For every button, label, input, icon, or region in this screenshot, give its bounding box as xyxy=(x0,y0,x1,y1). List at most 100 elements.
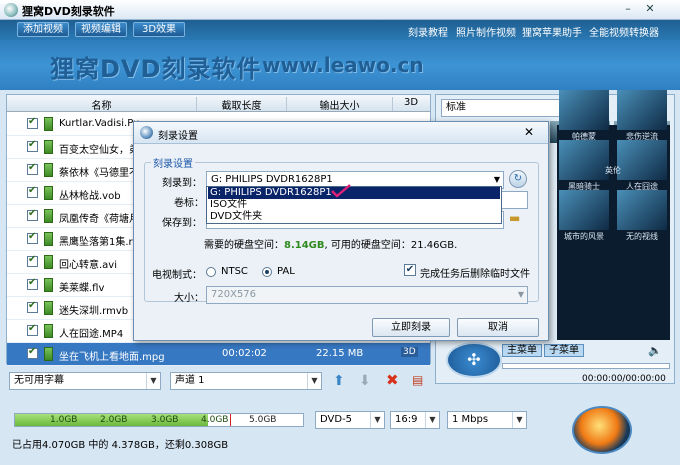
file-name: 蔡依林《马德里不 xyxy=(59,168,139,179)
size-select[interactable]: 720X576 ▼ xyxy=(206,286,528,304)
playback-time: 00:00:00/00:00:00 xyxy=(582,374,666,384)
file-length: 00:02:02 xyxy=(222,348,267,359)
file-size: 22.15 MB xyxy=(316,348,364,359)
row-checkbox[interactable] xyxy=(27,346,38,359)
group-title: 刻录设置 xyxy=(151,155,195,170)
menu-thumbnail-label: 无的视线 xyxy=(626,232,658,241)
file-name: Kurtlar.Vadisi.Pus xyxy=(59,118,139,129)
menu-thumbnail-label: 城市的风景 xyxy=(564,232,604,241)
link-video-converter[interactable]: 全能视频转换器 xyxy=(589,24,659,39)
video-file-icon xyxy=(44,255,53,269)
ntsc-radio[interactable] xyxy=(206,267,216,277)
row-checkbox[interactable] xyxy=(27,185,38,198)
video-file-icon xyxy=(44,301,53,315)
row-checkbox[interactable] xyxy=(27,323,38,336)
menu-thumbnail[interactable] xyxy=(559,90,609,130)
disc-type-select[interactable]: DVD-5 ▼ xyxy=(315,411,385,429)
menu-thumbnail[interactable] xyxy=(617,190,667,230)
dialog-title-bar: 刻录设置 ✕ xyxy=(134,122,548,144)
video-file-icon xyxy=(44,186,53,200)
capacity-marker xyxy=(230,414,231,426)
tab-sub-menu[interactable]: 子菜单 xyxy=(544,344,584,357)
row-checkbox[interactable] xyxy=(27,254,38,267)
row-checkbox[interactable] xyxy=(27,162,38,175)
banner-url: www.leawo.cn xyxy=(262,53,424,77)
col-size[interactable]: 输出大小 xyxy=(287,97,393,112)
capacity-tick: 1.0GB xyxy=(50,415,78,425)
bitrate-value: 1 Mbps xyxy=(452,414,489,425)
burn-to-label: 刻录到： xyxy=(162,178,202,189)
file-name: 美莱蝶.flv xyxy=(59,283,105,294)
disk-info: 需要的硬盘空间：8.14GB, 可用的硬盘空间：21.46GB. xyxy=(204,236,457,251)
close-icon[interactable]: ✕ xyxy=(524,125,534,139)
cancel-button[interactable]: 取消 xyxy=(457,318,539,337)
burn-now-button[interactable]: 立即刻录 xyxy=(372,318,450,337)
disc-type-value: DVD-5 xyxy=(320,414,353,425)
col-name[interactable]: 名称 xyxy=(7,97,197,112)
title-bar: 狸窝DVD刻录软件 – ✕ xyxy=(0,0,680,20)
aspect-ratio-select[interactable]: 16:9 ▼ xyxy=(390,411,440,429)
row-checkbox[interactable] xyxy=(27,277,38,290)
dropdown-option[interactable]: DVD文件夹 xyxy=(208,211,500,223)
tab-add-video[interactable]: 添加视频 xyxy=(17,22,69,37)
subtitle-value: 无可用字幕 xyxy=(14,375,64,386)
file-list-header: 名称 截取长度 输出大小 3D xyxy=(7,95,430,112)
dialog-title: 刻录设置 xyxy=(158,131,198,142)
move-up-icon[interactable]: ⬆ xyxy=(333,373,345,389)
dropdown-option[interactable]: ISO文件 xyxy=(208,199,500,211)
menu-preview: 帕德蒙 悲伤逆流 黑暗骑士 人在囧途 城市的风景 无的视线 英伦 xyxy=(557,90,670,340)
app-logo-icon xyxy=(4,3,18,17)
row-checkbox[interactable] xyxy=(27,139,38,152)
bitrate-select[interactable]: 1 Mbps ▼ xyxy=(447,411,527,429)
menu-thumbnail-label: 英伦 xyxy=(605,166,621,175)
row-checkbox[interactable] xyxy=(27,208,38,221)
row-checkbox[interactable] xyxy=(27,300,38,313)
row-checkbox[interactable] xyxy=(27,116,38,129)
aspect-ratio-value: 16:9 xyxy=(395,414,418,425)
checkmark-annotation-icon xyxy=(331,184,351,198)
refresh-icon[interactable]: ↻ xyxy=(509,170,527,188)
burn-to-dropdown: G: PHILIPS DVDR1628P1 ISO文件 DVD文件夹 xyxy=(206,186,502,224)
volume-icon[interactable]: 🔈 xyxy=(648,344,662,357)
clear-list-icon[interactable]: ▤ xyxy=(412,373,423,387)
minimize-icon[interactable]: – xyxy=(619,2,637,17)
link-tutorial[interactable]: 刻录教程 xyxy=(408,24,448,39)
tv-standard-label: 电视制式： xyxy=(152,270,202,281)
link-apple-helper[interactable]: 狸窝苹果助手 xyxy=(522,24,582,39)
chevron-down-icon: ▼ xyxy=(517,290,524,299)
file-name: 坐在飞机上看地面.mpg xyxy=(59,352,165,363)
playback-slider[interactable] xyxy=(502,363,670,369)
close-window-icon[interactable]: ✕ xyxy=(641,2,659,17)
delete-temp-checkbox[interactable]: ✔ xyxy=(404,264,416,276)
subtitle-select[interactable]: 无可用字幕 ▼ xyxy=(9,372,161,390)
col-3d[interactable]: 3D xyxy=(393,97,429,111)
tab-edit-video[interactable]: 视频编辑 xyxy=(75,22,127,37)
chevron-down-icon: ▼ xyxy=(307,373,321,389)
col-length[interactable]: 截取长度 xyxy=(197,97,287,112)
navigation-pad-icon[interactable]: ✣ xyxy=(446,342,502,378)
size-value: 720X576 xyxy=(211,289,257,300)
video-file-icon xyxy=(44,347,53,361)
chevron-down-icon: ▼ xyxy=(370,412,384,428)
disk-required: 8.14GB xyxy=(284,240,325,251)
disk-info-suffix: , 可用的硬盘空间：21.46GB. xyxy=(324,240,458,251)
chevron-down-icon: ▼ xyxy=(512,412,526,428)
link-photo-video[interactable]: 照片制作视频 xyxy=(456,24,516,39)
capacity-tick: 2.0GB xyxy=(100,415,128,425)
tab-main-menu[interactable]: 主菜单 xyxy=(502,344,542,357)
3d-icon[interactable]: 3D xyxy=(401,347,418,357)
table-row[interactable]: 坐在飞机上看地面.mpg 00:02:02 22.15 MB 3D xyxy=(7,343,430,366)
capacity-tick: 4.0GB xyxy=(201,415,229,425)
move-down-icon[interactable]: ⬇ xyxy=(359,373,371,389)
menu-thumbnail[interactable] xyxy=(617,90,667,130)
menu-thumbnail[interactable] xyxy=(559,190,609,230)
dropdown-option[interactable]: G: PHILIPS DVDR1628P1 xyxy=(208,187,500,199)
burn-disc-button[interactable] xyxy=(572,406,632,454)
delete-icon[interactable]: ✖ xyxy=(386,371,399,389)
chevron-down-icon: ▼ xyxy=(146,373,160,389)
audio-track-select[interactable]: 声道 1 ▼ xyxy=(170,372,322,390)
folder-icon[interactable]: ▬ xyxy=(509,211,520,225)
pal-radio[interactable] xyxy=(262,267,272,277)
row-checkbox[interactable] xyxy=(27,231,38,244)
tab-3d-effect[interactable]: 3D效果 xyxy=(133,22,185,37)
